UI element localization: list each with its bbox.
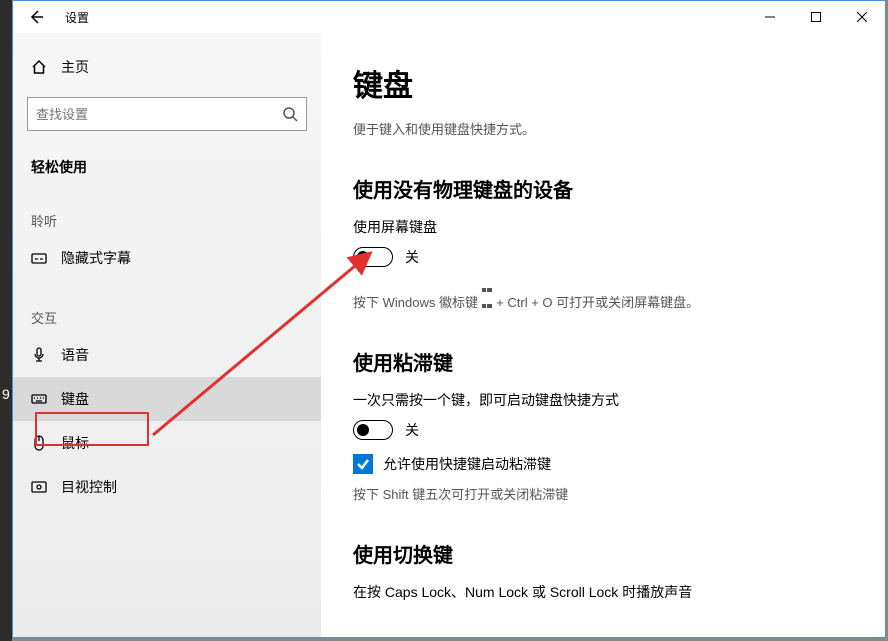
sidebar-item-mouse[interactable]: 鼠标 (13, 421, 321, 465)
sticky-label: 一次只需按一个键，即可启动键盘快捷方式 (353, 390, 853, 410)
page-title: 键盘 (353, 61, 853, 105)
sticky-toggle[interactable] (353, 420, 393, 440)
home-icon (31, 59, 47, 75)
titlebar: 设置 (13, 1, 885, 33)
section-heading-osk: 使用没有物理键盘的设备 (353, 174, 853, 203)
sidebar-item-label: 语音 (61, 345, 89, 365)
microphone-icon (31, 347, 47, 363)
osk-label: 使用屏幕键盘 (353, 217, 853, 237)
sidebar-item-label: 隐藏式字幕 (61, 248, 131, 268)
sticky-shortcut-row: 允许使用快捷键启动粘滞键 (353, 454, 853, 474)
windows-logo-icon (482, 281, 493, 292)
sidebar-item-captions[interactable]: 隐藏式字幕 (13, 236, 321, 280)
sidebar-item-keyboard[interactable]: 键盘 (13, 377, 321, 421)
arrow-left-icon (28, 9, 44, 25)
close-icon (857, 12, 867, 22)
toggle-knob (357, 251, 369, 263)
sticky-shortcut-checkbox[interactable] (353, 454, 373, 474)
page-subtitle: 便于键入和使用键盘快捷方式。 (353, 119, 853, 138)
toggle-knob (357, 424, 369, 436)
outside-strip: 9 (0, 0, 12, 641)
window-controls (747, 1, 885, 33)
keyboard-icon (31, 391, 47, 407)
sidebar-group-listen: 聆听 (13, 183, 321, 236)
sidebar-category: 轻松使用 (13, 131, 321, 183)
sidebar-item-label: 鼠标 (61, 433, 89, 453)
osk-toggle-row: 关 (353, 247, 853, 267)
minimize-icon (765, 12, 775, 22)
sticky-toggle-row: 关 (353, 420, 853, 440)
sidebar-item-label: 键盘 (61, 389, 89, 409)
sticky-toggle-state: 关 (405, 420, 419, 440)
togglekeys-label: 在按 Caps Lock、Num Lock 或 Scroll Lock 时播放声… (353, 582, 853, 602)
close-button[interactable] (839, 1, 885, 33)
sidebar: 主页 轻松使用 聆听 隐藏式字幕 交互 语音 键盘 (13, 33, 321, 637)
sidebar-home[interactable]: 主页 (13, 51, 321, 83)
sidebar-group-interact: 交互 (13, 280, 321, 333)
search-box[interactable] (27, 97, 307, 131)
sidebar-item-eye-control[interactable]: 目视控制 (13, 465, 321, 509)
maximize-button[interactable] (793, 1, 839, 33)
check-icon (356, 457, 370, 471)
sidebar-item-label: 目视控制 (61, 477, 117, 497)
search-input[interactable] (36, 107, 282, 122)
eye-control-icon (31, 479, 47, 495)
settings-window: 设置 主页 轻松使用 聆听 隐藏式字幕 交互 (12, 0, 886, 638)
osk-toggle[interactable] (353, 247, 393, 267)
maximize-icon (811, 12, 821, 22)
back-button[interactable] (13, 1, 59, 33)
sticky-shortcut-label: 允许使用快捷键启动粘滞键 (383, 454, 551, 474)
main-panel: 键盘 便于键入和使用键盘快捷方式。 使用没有物理键盘的设备 使用屏幕键盘 关 按… (321, 33, 885, 637)
sidebar-home-label: 主页 (61, 57, 89, 77)
osk-toggle-state: 关 (405, 247, 419, 267)
captions-icon (31, 250, 47, 266)
mouse-icon (31, 435, 47, 451)
section-heading-togglekeys: 使用切换键 (353, 539, 853, 568)
sticky-description: 按下 Shift 键五次可打开或关闭粘滞键 (353, 484, 853, 503)
window-title: 设置 (65, 9, 89, 26)
outside-digit: 9 (2, 386, 10, 402)
search-icon (282, 106, 298, 122)
osk-description: 按下 Windows 徽标键 + Ctrl + O 可打开或关闭屏幕键盘。 (353, 281, 853, 311)
sidebar-item-speech[interactable]: 语音 (13, 333, 321, 377)
section-heading-sticky: 使用粘滞键 (353, 347, 853, 376)
minimize-button[interactable] (747, 1, 793, 33)
